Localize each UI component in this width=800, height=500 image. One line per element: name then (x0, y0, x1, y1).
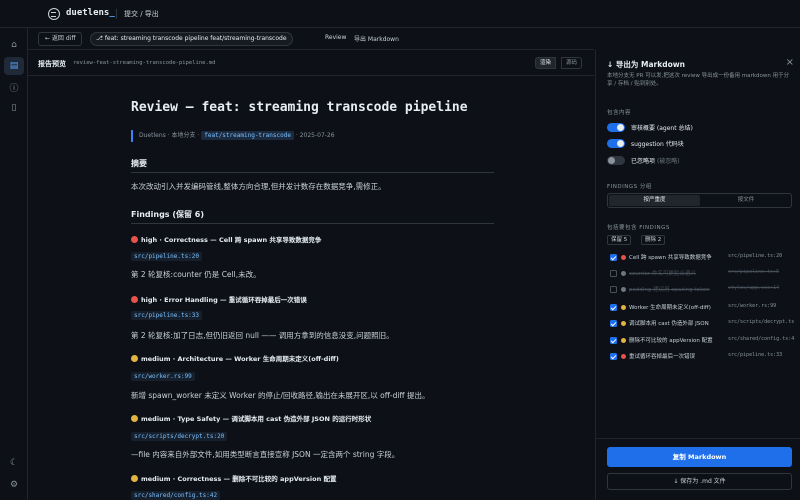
checkbox[interactable] (610, 353, 617, 360)
tab-source[interactable]: 源码 (561, 57, 583, 69)
severity-dot-icon (621, 354, 626, 359)
finding-row[interactable]: 删除不可比较的 appVersion 配置 src/shared/config.t… (610, 336, 794, 346)
doc-title: Review — feat: streaming transcode pipel… (131, 100, 468, 115)
left-rail: ⌂ ▤ ⓘ ▯ ☾ ⚙ (0, 28, 28, 500)
toggle-ignored[interactable]: 已忽略项 (被忽略) (607, 156, 680, 166)
finding-row[interactable]: padding 建议用 spacing token styles/app.css:… (610, 285, 794, 295)
severity-medium-icon (131, 355, 138, 362)
finding-file: src/pipeline.ts:20 (131, 252, 203, 261)
finding-body: —file 内容来自外部文件,如用类型断言直接宣称 JSON 一定含两个 str… (131, 450, 400, 459)
home-icon[interactable]: ⌂ (4, 36, 24, 54)
severity-dot-icon (621, 287, 626, 292)
toolbar: ← 返回 diff ⎇ feat: streaming transcode pi… (28, 28, 594, 50)
finding-row[interactable]: 重试循环吞掉最后一次错误 src/pipeline.ts:33 (610, 352, 794, 362)
finding-row[interactable]: counter 命名可更贴合语义 src/pipeline.ts:5 (610, 269, 794, 279)
branch-pill[interactable]: ⎇ feat: streaming transcode pipeline fea… (90, 32, 293, 46)
checkbox[interactable] (610, 304, 617, 311)
group-by-file[interactable]: 按文件 (701, 195, 791, 206)
close-icon[interactable]: × (786, 57, 794, 68)
divider (116, 9, 117, 19)
toggle-summary[interactable]: 审核概要 (agent 总结) (607, 123, 693, 133)
finding-body: 第 2 轮复核:加了日志,但仍旧返回 null —— 调用方拿到的信息没变,问题… (131, 331, 394, 340)
finding-file: src/scripts/decrypt.ts:20 (131, 432, 228, 441)
summary-heading: 摘要 (131, 159, 147, 168)
doc-meta: Duetlens · 本地分支 · feat/streaming-transco… (131, 130, 335, 142)
finding-file: src/pipeline.ts:33 (131, 311, 203, 320)
severity-dot-icon (621, 338, 626, 343)
severity-dot-icon (621, 305, 626, 310)
finding-row[interactable]: Worker 生命周期未定义(off-diff) src/worker.rs:99 (610, 303, 794, 313)
checkbox[interactable] (610, 337, 617, 344)
panel-description: 本地分支无 PR 可以发,把这次 review 导出成一份备用 markdown… (607, 73, 790, 87)
severity-high-icon (131, 296, 138, 303)
checkbox[interactable] (610, 320, 617, 327)
checkbox[interactable] (610, 270, 617, 277)
breadcrumb: 提交 / 导出 (124, 10, 159, 18)
include-findings-label: 包括要包含 FINDINGS (607, 225, 670, 231)
finding-row[interactable]: 调试脚本用 cast 伪造外部 JSON src/scripts/decrypt.… (610, 319, 794, 329)
findings-group-label: FINDINGS 分组 (607, 184, 652, 190)
finding-heading: high · Correctness — Cell 跨 spawn 共享导致数据… (131, 234, 321, 244)
meta-date: · 2025-07-26 (295, 132, 335, 139)
finding-file: src/shared/config.ts:42 (131, 491, 221, 500)
file-icon[interactable]: ▯ (4, 99, 24, 117)
finding-heading: medium · Correctness — 删除不可比较的 appVersio… (131, 473, 336, 483)
back-to-diff-button[interactable]: ← 返回 diff (38, 32, 83, 46)
checkbox[interactable] (610, 286, 617, 293)
include-section-label: 包含内容 (607, 110, 632, 116)
panel-title: ↓ 导出为 Markdown (607, 60, 686, 69)
keep-count-button[interactable]: 保留 5 (607, 235, 632, 245)
divider (131, 172, 494, 173)
group-by-switch: 按严重度 按文件 (607, 193, 792, 208)
document-icon[interactable]: ▤ (4, 57, 24, 75)
review-label: Review (325, 34, 347, 41)
toggle-switch[interactable] (607, 139, 625, 148)
severity-dot-icon (621, 321, 626, 326)
save-md-button[interactable]: ↓ 保存为 .md 文件 (607, 473, 792, 490)
finding-body: 新增 spawn_worker 未定义 Worker 的停止/回收路径,输出在未… (131, 391, 430, 400)
meta-branch-label: · 本地分支 · (167, 132, 200, 139)
toggle-suggestions[interactable]: suggestion 代码块 (607, 139, 684, 149)
preview-header: 报告预览 review-feat-streaming-transcode-pip… (28, 50, 594, 76)
preview-filename: review-feat-streaming-transcode-pipeline… (73, 60, 216, 66)
checkbox[interactable] (610, 254, 617, 261)
export-label: 导出 Markdown (354, 36, 399, 43)
meta-branch: feat/streaming-transcode (201, 131, 294, 140)
severity-high-icon (131, 236, 138, 243)
severity-medium-icon (131, 475, 138, 482)
panel-footer: 复制 Markdown ↓ 保存为 .md 文件 (596, 438, 800, 500)
finding-heading: high · Error Handling — 重试循环吞掉最后一次错误 (131, 294, 307, 304)
findings-heading: Findings (保留 6) (131, 210, 205, 219)
logo-icon (48, 8, 60, 20)
toggle-switch[interactable] (607, 156, 625, 165)
finding-heading: medium · Architecture — Worker 生命周期未定义(o… (131, 353, 339, 363)
copy-markdown-button[interactable]: 复制 Markdown (607, 447, 792, 467)
export-panel: ↓ 导出为 Markdown × 本地分支无 PR 可以发,把这次 review… (595, 50, 800, 500)
preview-title: 报告预览 (38, 60, 66, 68)
divider (131, 223, 494, 224)
settings-icon[interactable]: ⚙ (4, 476, 24, 494)
drop-count-button[interactable]: 删除 2 (641, 235, 666, 245)
finding-body: 第 2 轮复核:counter 仍是 Cell,未改。 (131, 270, 261, 279)
group-by-severity[interactable]: 按严重度 (609, 195, 700, 206)
finding-heading: medium · Type Safety — 调试脚本用 cast 伪造外部 J… (131, 413, 371, 423)
finding-file: src/worker.rs:99 (131, 372, 195, 381)
brand-name: duetlens_ (66, 8, 115, 18)
top-bar: duetlens_ 提交 / 导出 (0, 0, 800, 28)
finding-row[interactable]: Cell 跨 spawn 共享导致数据竞争 src/pipeline.ts:20 (610, 253, 794, 263)
severity-dot-icon (621, 255, 626, 260)
severity-dot-icon (621, 271, 626, 276)
tab-render[interactable]: 渲染 (535, 57, 557, 69)
summary-text: 本次改动引入并发编码管线,整体方向合理,但并发计数存在数据竞争,需修正。 (131, 182, 386, 191)
toggle-switch[interactable] (607, 123, 625, 132)
theme-moon-icon[interactable]: ☾ (4, 454, 24, 472)
meta-author: Duetlens (139, 132, 166, 139)
info-icon[interactable]: ⓘ (4, 78, 24, 96)
severity-medium-icon (131, 415, 138, 422)
